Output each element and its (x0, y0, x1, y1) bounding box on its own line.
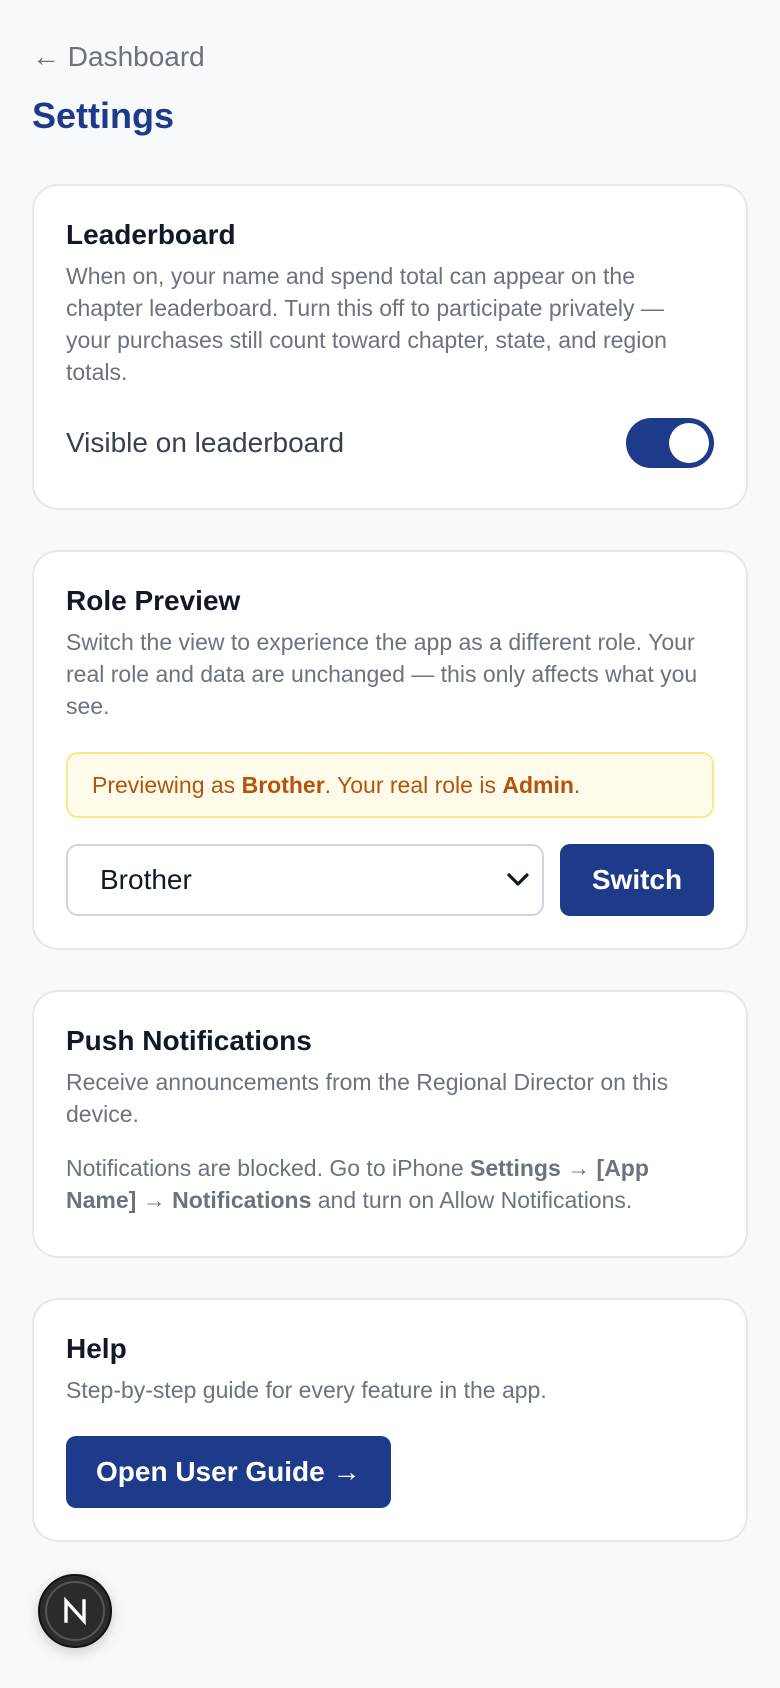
toggle-knob (669, 423, 709, 463)
switch-role-button[interactable]: Switch (560, 844, 714, 916)
status-text-2: and turn on Allow Notifications. (311, 1187, 633, 1213)
notice-suffix: . (573, 771, 581, 798)
status-arrow-2: → (136, 1187, 173, 1213)
role-switch-row: Brother Switch (66, 844, 714, 916)
help-title: Help (66, 1333, 127, 1364)
push-notifications-title: Push Notifications (66, 1025, 312, 1056)
role-select[interactable]: Brother (66, 844, 544, 916)
n-logo-button[interactable] (38, 1574, 112, 1648)
push-notifications-card: Push Notifications Receive announcements… (32, 990, 748, 1258)
status-text-1: Notifications are blocked. Go to iPhone (66, 1155, 471, 1181)
push-notifications-status: Notifications are blocked. Go to iPhone … (66, 1152, 714, 1216)
notice-prefix: Previewing as (92, 771, 242, 798)
leaderboard-visibility-label: Visible on leaderboard (66, 427, 345, 458)
role-preview-notice: Previewing as Brother . Your real role i… (66, 752, 714, 818)
page-title: Settings (32, 95, 175, 136)
leaderboard-description: When on, your name and spend total can a… (66, 263, 667, 385)
leaderboard-title: Leaderboard (66, 219, 236, 250)
open-user-guide-button[interactable]: Open User Guide → (66, 1436, 391, 1508)
push-notifications-description: Receive announcements from the Regional … (66, 1069, 669, 1127)
notice-middle: . Your real role is (324, 771, 503, 798)
status-notifications: Notifications (172, 1187, 312, 1213)
help-description: Step-by-step guide for every feature in … (66, 1377, 547, 1403)
notice-preview-role: Brother (241, 771, 325, 798)
leaderboard-card: Leaderboard When on, your name and spend… (32, 184, 748, 510)
role-preview-card: Role Preview Switch the view to experien… (32, 550, 748, 950)
n-logo-icon (45, 1581, 105, 1641)
notice-real-role: Admin (502, 771, 574, 798)
role-preview-title: Role Preview (66, 585, 241, 616)
role-select-value: Brother (100, 864, 192, 895)
help-card: Help Step-by-step guide for every featur… (32, 1298, 748, 1542)
back-to-dashboard-link[interactable]: ← Dashboard (32, 40, 205, 74)
leaderboard-visibility-toggle[interactable] (626, 418, 714, 468)
status-arrow-1: → (560, 1155, 597, 1181)
leaderboard-visibility-row: Visible on leaderboard (66, 418, 714, 468)
status-settings: Settings (470, 1155, 561, 1181)
chevron-down-icon (504, 866, 532, 894)
role-preview-description: Switch the view to experience the app as… (66, 629, 698, 719)
